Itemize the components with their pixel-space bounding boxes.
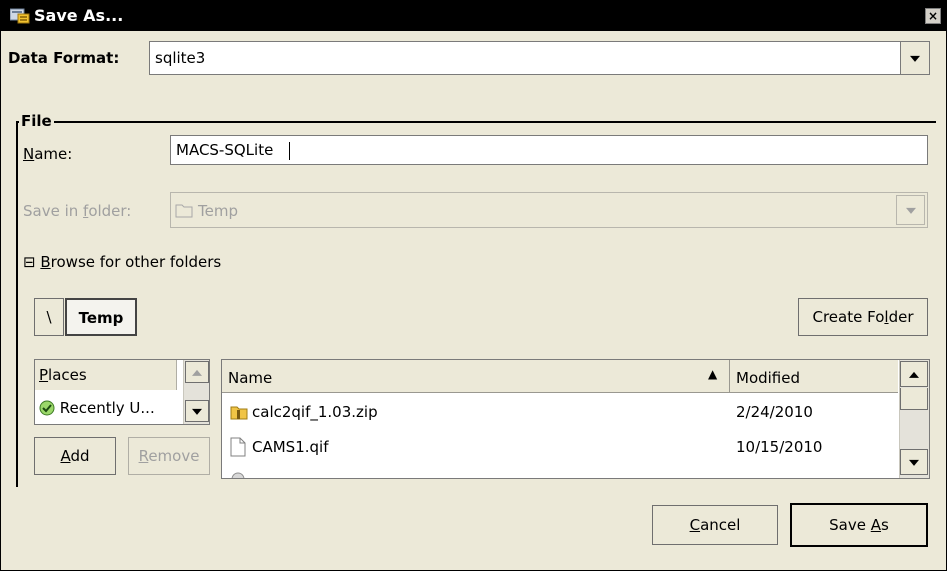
save-in-folder-value: Temp xyxy=(198,202,238,220)
places-panel: Places Recently U... xyxy=(34,359,210,425)
add-label: dd xyxy=(70,447,90,465)
save-as-post: s xyxy=(881,516,889,534)
name-label-rest: ame: xyxy=(34,145,73,163)
chevron-up-icon xyxy=(909,371,919,378)
browse-expander[interactable]: ⊟ Browse for other folders xyxy=(23,253,221,271)
partial-row-icon xyxy=(231,472,245,478)
column-header-modified-label: Modified xyxy=(736,369,801,387)
file-list-scroll-thumb[interactable] xyxy=(900,388,928,410)
places-header-mnemonic: P xyxy=(39,366,49,384)
places-header-label: Places xyxy=(39,366,87,384)
save-in-folder-label: Save in folder: xyxy=(23,202,131,220)
document-icon xyxy=(230,437,246,457)
recent-icon xyxy=(39,400,55,416)
chevron-down-icon xyxy=(909,459,919,466)
file-list-scroll-down[interactable] xyxy=(900,449,928,475)
table-row[interactable]: CAMS1.qif 10/15/2010 xyxy=(222,434,898,462)
data-format-label-text: Data Format xyxy=(8,49,114,67)
save-in-folder-select[interactable]: Temp xyxy=(170,192,928,228)
file-list-scroll-up[interactable] xyxy=(900,361,928,387)
remove-mnemonic: R xyxy=(138,447,149,465)
zip-folder-icon xyxy=(230,406,248,420)
places-item[interactable]: Recently U... xyxy=(39,399,155,417)
column-header-name[interactable]: Name ▲ xyxy=(222,360,730,393)
browse-label: rowse for other folders xyxy=(50,253,222,271)
text-cursor xyxy=(289,142,290,160)
places-scroll-up[interactable] xyxy=(185,361,209,383)
file-modified: 10/15/2010 xyxy=(736,438,823,456)
name-field-value: MACS-SQLite xyxy=(176,141,274,159)
chevron-down-icon xyxy=(910,55,920,62)
chevron-down-icon xyxy=(192,408,202,415)
file-list[interactable]: Name ▲ Modified calc2qif_1.03.zip 2/24/2… xyxy=(221,359,930,479)
save-in-label-post: older: xyxy=(88,202,132,220)
close-button[interactable]: × xyxy=(925,8,941,24)
places-item-label: Recently U... xyxy=(59,399,155,417)
file-modified: 2/24/2010 xyxy=(736,403,813,421)
save-in-dropdown-button[interactable] xyxy=(896,195,925,225)
column-header-modified[interactable]: Modified xyxy=(730,360,898,393)
data-format-label: Data Format: xyxy=(8,49,119,67)
save-as-dialog: Save As... × Data Format: sqlite3 File N… xyxy=(0,0,947,571)
data-format-label-colon: : xyxy=(113,49,120,67)
close-icon: × xyxy=(927,9,939,23)
path-root-button[interactable]: \ xyxy=(34,298,64,336)
places-scroll-down[interactable] xyxy=(185,400,209,422)
name-label-mnemonic: N xyxy=(23,145,35,163)
chevron-down-icon xyxy=(905,207,916,214)
places-header[interactable]: Places xyxy=(35,360,177,390)
data-format-select[interactable]: sqlite3 xyxy=(149,41,930,75)
data-format-dropdown-button[interactable] xyxy=(900,42,929,74)
collapse-icon: ⊟ xyxy=(23,253,36,271)
file-name: CAMS1.qif xyxy=(252,438,329,456)
name-field[interactable]: MACS-SQLite xyxy=(170,135,928,165)
title-bar[interactable]: Save As... × xyxy=(1,1,946,31)
cancel-label: ancel xyxy=(700,516,741,534)
path-temp-label: Temp xyxy=(78,309,124,327)
path-root-label: \ xyxy=(46,308,52,326)
create-folder-button[interactable]: Create Folder xyxy=(798,298,928,336)
save-dialog-icon xyxy=(10,8,30,24)
file-name: calc2qif_1.03.zip xyxy=(252,403,378,421)
browse-mnemonic: B xyxy=(40,253,51,271)
cancel-mnemonic: C xyxy=(689,516,701,534)
cancel-button[interactable]: Cancel xyxy=(652,505,778,545)
chevron-up-icon xyxy=(192,369,202,376)
save-in-label-pre: Save in xyxy=(23,202,84,220)
path-temp-button[interactable]: Temp xyxy=(65,298,137,336)
name-label: Name: xyxy=(23,145,72,163)
data-format-value: sqlite3 xyxy=(155,49,206,67)
create-folder-post: der xyxy=(888,308,914,326)
places-header-rest: laces xyxy=(48,366,87,384)
save-as-button[interactable]: Save As xyxy=(790,503,928,547)
remove-label: emove xyxy=(148,447,200,465)
add-mnemonic: A xyxy=(60,447,71,465)
column-header-name-label: Name xyxy=(228,369,273,387)
window-title: Save As... xyxy=(34,6,124,25)
file-group-title: File xyxy=(19,112,54,130)
remove-place-button[interactable]: Remove xyxy=(128,437,210,475)
add-place-button[interactable]: Add xyxy=(34,437,116,475)
create-folder-pre: Create Fo xyxy=(812,308,885,326)
save-as-pre: Save xyxy=(829,516,871,534)
folder-icon xyxy=(175,204,193,218)
save-as-mnemonic: A xyxy=(870,516,882,534)
table-row[interactable]: calc2qif_1.03.zip 2/24/2010 xyxy=(222,399,898,427)
sort-ascending-icon: ▲ xyxy=(708,367,718,381)
